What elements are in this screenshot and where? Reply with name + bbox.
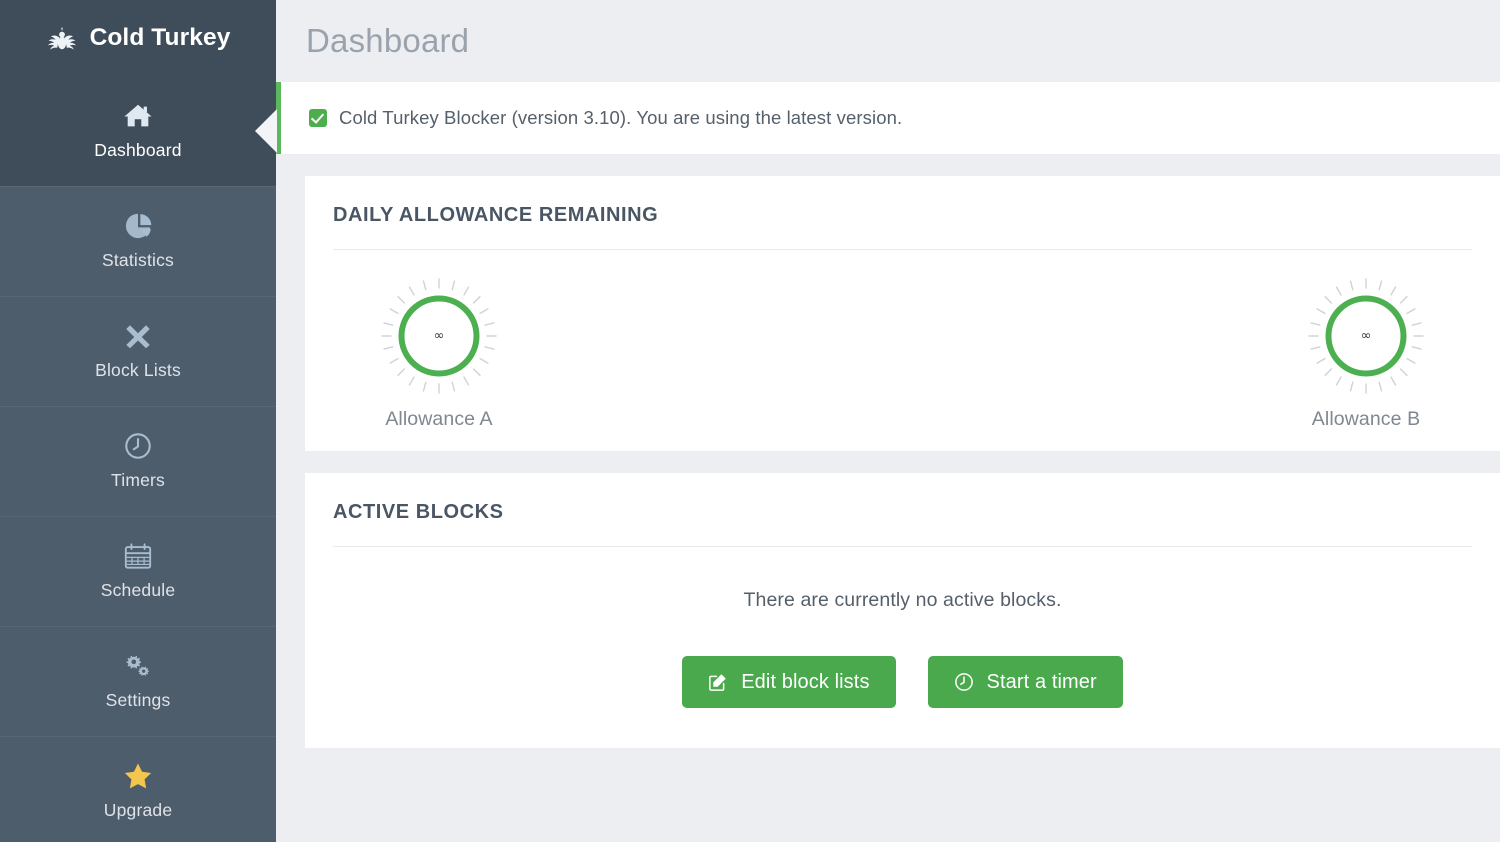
button-label: Start a timer (987, 671, 1097, 694)
start-a-timer-button[interactable]: Start a timer (928, 656, 1123, 708)
sidebar-item-statistics[interactable]: Statistics (0, 186, 276, 296)
gauge-value: ∞ (1306, 329, 1426, 344)
active-blocks-title: ACTIVE BLOCKS (333, 501, 1472, 547)
active-blocks-actions: Edit block lists Start a timer (333, 656, 1472, 708)
sidebar-item-timers[interactable]: Timers (0, 406, 276, 516)
sidebar-item-settings[interactable]: Settings (0, 626, 276, 736)
daily-allowance-title: DAILY ALLOWANCE REMAINING (333, 204, 1472, 250)
main-content: Dashboard Cold Turkey Blocker (version 3… (276, 0, 1500, 842)
sidebar-item-label: Upgrade (104, 800, 173, 821)
gauge-dial: ∞ (1306, 276, 1426, 396)
brand-name: Cold Turkey (90, 24, 231, 52)
sidebar-item-block-lists[interactable]: Block Lists (0, 296, 276, 406)
active-blocks-body: There are currently no active blocks. Ed… (333, 547, 1472, 748)
daily-allowance-card: DAILY ALLOWANCE REMAINING (305, 176, 1500, 451)
edit-block-lists-button[interactable]: Edit block lists (682, 656, 895, 708)
edit-icon (708, 672, 728, 692)
check-square-icon (309, 109, 327, 127)
times-icon (123, 321, 153, 351)
allowance-gauge-a[interactable]: ∞ Allowance A (339, 276, 539, 431)
page-title: Dashboard (276, 0, 1500, 60)
sidebar-item-label: Schedule (101, 580, 176, 601)
active-blocks-empty-text: There are currently no active blocks. (333, 589, 1472, 612)
allowance-gauges: ∞ Allowance A (333, 250, 1472, 451)
version-alert-banner: Cold Turkey Blocker (version 3.10). You … (276, 82, 1500, 154)
gauge-label: Allowance A (385, 408, 492, 431)
sidebar-item-label: Dashboard (94, 140, 181, 161)
gauge-value: ∞ (379, 329, 499, 344)
active-blocks-card: ACTIVE BLOCKS There are currently no act… (305, 473, 1500, 748)
turkey-icon (46, 22, 78, 54)
brand-header: Cold Turkey (0, 0, 276, 76)
clock-icon (123, 431, 153, 461)
sidebar-item-dashboard[interactable]: Dashboard (0, 76, 276, 186)
calendar-icon (123, 541, 153, 571)
sidebar-item-label: Statistics (102, 250, 174, 271)
sidebar: Cold Turkey Dashboard (0, 0, 276, 842)
sidebar-item-schedule[interactable]: Schedule (0, 516, 276, 626)
sidebar-item-label: Block Lists (95, 360, 181, 381)
sidebar-nav: Dashboard Statistics B (0, 76, 276, 842)
gauge-dial: ∞ (379, 276, 499, 396)
pie-chart-icon (123, 211, 153, 241)
clock-icon (954, 672, 974, 692)
allowance-gauge-b[interactable]: ∞ Allowance B (1266, 276, 1466, 431)
gauge-label: Allowance B (1312, 408, 1420, 431)
sidebar-item-label: Timers (111, 470, 165, 491)
app-window: Cold Turkey Dashboard (0, 0, 1500, 842)
button-label: Edit block lists (741, 671, 869, 694)
gears-icon (123, 651, 153, 681)
star-icon (123, 761, 153, 791)
version-alert-text: Cold Turkey Blocker (version 3.10). You … (339, 107, 902, 129)
home-icon (123, 101, 153, 131)
sidebar-item-upgrade[interactable]: Upgrade (0, 736, 276, 842)
sidebar-item-label: Settings (106, 690, 171, 711)
